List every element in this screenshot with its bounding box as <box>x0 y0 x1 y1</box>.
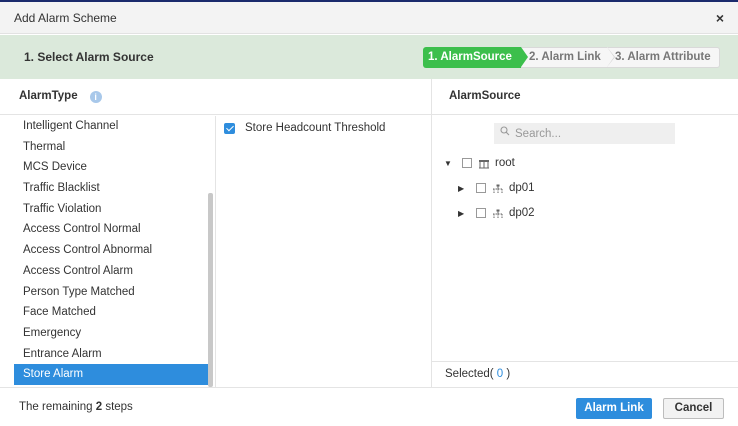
alarm-type-item[interactable]: Access Control Abnormal <box>14 240 212 261</box>
alarm-source-header: AlarmSource <box>449 90 521 102</box>
search-icon <box>500 126 510 139</box>
alarm-type-item[interactable]: Access Control Alarm <box>14 261 212 282</box>
tree-node-label: dp02 <box>509 207 535 219</box>
panel-header-row: AlarmType i AlarmSource <box>0 79 738 115</box>
current-step-title: 1. Select Alarm Source <box>24 50 154 64</box>
step-indicator: 1. AlarmSource 2. Alarm Link 3. Alarm At… <box>423 47 720 68</box>
info-icon[interactable]: i <box>89 91 102 103</box>
alarm-type-item[interactable]: MCS Device <box>14 157 212 178</box>
close-icon[interactable]: × <box>716 10 724 26</box>
tree-checkbox[interactable] <box>476 183 486 193</box>
dialog-footer: The remaining 2 steps Alarm Link Cancel <box>0 387 738 426</box>
alarm-type-scrollbar[interactable] <box>208 193 213 387</box>
expand-caret-icon[interactable]: ▶ <box>458 209 467 218</box>
dialog-title: Add Alarm Scheme <box>14 11 117 25</box>
step-bar: 1. Select Alarm Source 1. AlarmSource 2.… <box>0 35 738 79</box>
step-label: 3. Alarm Attribute <box>615 51 711 63</box>
step-alarm-attribute: 3. Alarm Attribute <box>607 47 720 68</box>
alarm-type-item[interactable]: Intelligent Channel <box>14 116 212 137</box>
alarm-item-row[interactable]: Store Headcount Threshold <box>224 120 385 136</box>
selected-summary: Selected( 0 ) <box>432 361 738 387</box>
step-label: 1. AlarmSource <box>428 51 512 63</box>
selected-label: Selected( <box>445 368 494 380</box>
alarm-type-item[interactable]: Person Type Matched <box>14 282 212 303</box>
remaining-steps-text: The remaining 2 steps <box>19 401 133 413</box>
alarm-item-label: Store Headcount Threshold <box>245 122 386 134</box>
alarm-link-button[interactable]: Alarm Link <box>576 398 652 419</box>
tree-checkbox[interactable] <box>462 158 472 168</box>
expand-caret-icon[interactable]: ▶ <box>458 184 467 193</box>
root-org-icon <box>478 158 490 169</box>
alarm-type-list: Intelligent Channel Thermal MCS Device T… <box>14 116 212 387</box>
alarm-type-item[interactable]: Entrance Alarm <box>14 344 212 365</box>
alarm-type-item[interactable]: Traffic Blacklist <box>14 178 212 199</box>
alarm-type-item[interactable]: Traffic Violation <box>14 199 212 220</box>
panel-divider <box>215 116 216 387</box>
tree-node-root[interactable]: ▼ root <box>444 154 515 172</box>
tree-node-dp01[interactable]: ▶ dp01 <box>458 179 535 197</box>
search-input[interactable] <box>515 123 670 144</box>
step-arrow-icon <box>521 47 528 67</box>
alarm-type-item[interactable]: Emergency <box>14 323 212 344</box>
dialog-title-bar: Add Alarm Scheme × <box>0 2 738 34</box>
selected-count[interactable]: 0 <box>494 368 507 380</box>
collapse-caret-icon[interactable]: ▼ <box>444 159 453 168</box>
tree-node-label: root <box>495 157 515 169</box>
step-alarm-source: 1. AlarmSource <box>423 47 528 68</box>
tree-node-label: dp01 <box>509 182 535 194</box>
department-icon <box>492 208 504 218</box>
alarm-type-item[interactable]: Access Control Normal <box>14 219 212 240</box>
panel-divider <box>431 79 432 387</box>
alarm-type-item[interactable]: Face Matched <box>14 302 212 323</box>
checked-checkbox-icon[interactable] <box>224 122 235 134</box>
alarm-type-item[interactable]: Thermal <box>14 137 212 158</box>
cancel-button[interactable]: Cancel <box>663 398 724 419</box>
step-alarm-link: 2. Alarm Link <box>521 47 615 68</box>
search-box <box>494 123 675 144</box>
department-icon <box>492 183 504 193</box>
alarm-type-item-selected[interactable]: Store Alarm <box>14 364 212 385</box>
alarm-type-header: AlarmType i <box>19 90 102 103</box>
tree-checkbox[interactable] <box>476 208 486 218</box>
tree-node-dp02[interactable]: ▶ dp02 <box>458 204 535 222</box>
step-label: 2. Alarm Link <box>529 51 601 63</box>
